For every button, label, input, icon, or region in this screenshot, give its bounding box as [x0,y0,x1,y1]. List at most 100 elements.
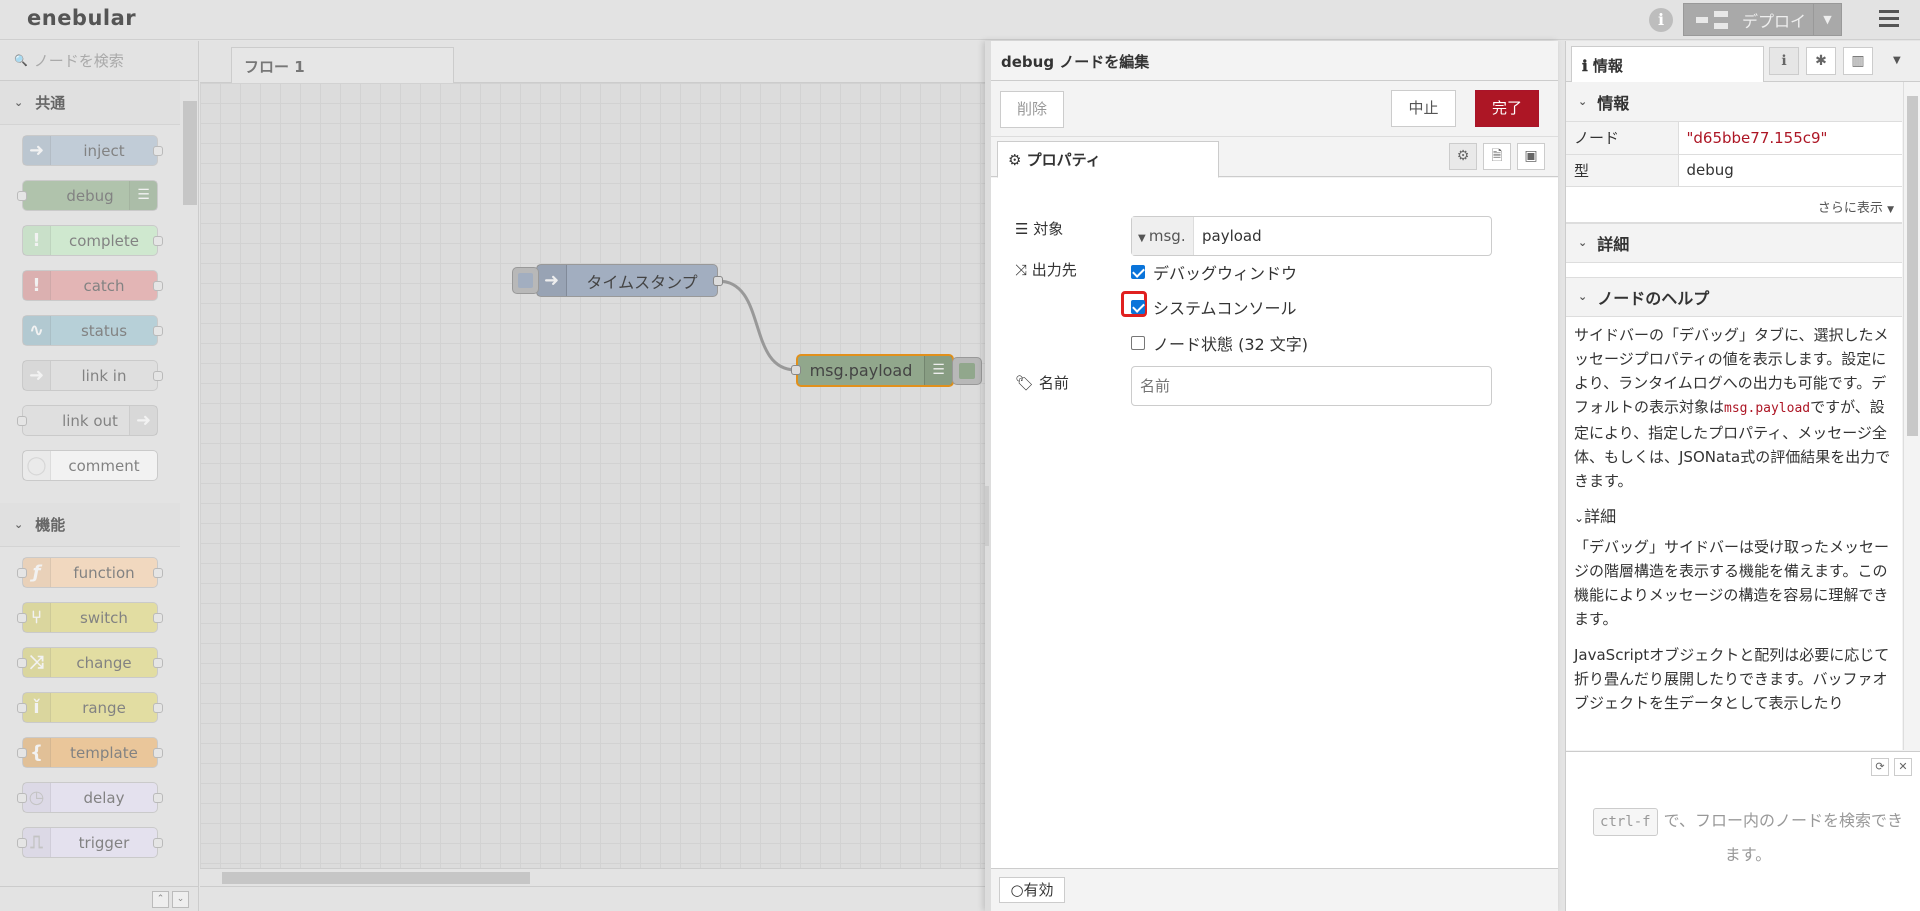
debug-toggle-button[interactable] [952,357,982,385]
node-id-value[interactable]: "d65bbe77.155c9" [1678,122,1902,155]
expand-all-icon[interactable]: ⌄ [172,891,189,908]
palette-node-function[interactable]: ƒ function [17,557,163,588]
palette-node-switch[interactable]: ⑂ switch [17,602,163,633]
section-label: ノードのヘルプ [1597,288,1710,308]
system-console-checkbox[interactable] [1131,300,1145,314]
palette-node-range[interactable]: ǐ range [17,692,163,723]
tab-properties[interactable]: ⚙ プロパティ [997,141,1219,178]
link-icon: ➜ [23,361,51,390]
tray-body: ☰ 対象 ▼ msg. payload ⤨ 出力先 デバッグウィンドウ システム… [991,178,1558,868]
deploy-dropdown-icon[interactable]: ▼ [1813,4,1841,35]
dashboard-tab-icon[interactable]: ▥ [1843,47,1873,75]
category-label: 機能 [35,516,66,534]
show-more-link[interactable]: さらに表示 ▼ [1566,186,1902,223]
subheading-label: 詳細 [1584,506,1617,526]
palette-category-common[interactable]: ⌄ 共通 [0,81,180,125]
deploy-button[interactable]: デプロイ ▼ [1683,3,1842,36]
tab-info[interactable]: ℹ 情報 [1571,46,1764,83]
option-node-status[interactable]: ノード状態 (32 文字) [1131,331,1308,355]
palette-search-input[interactable]: 🔍 ノードを検索 [0,41,198,81]
comment-icon: ◯ [23,451,51,480]
chevron-down-icon: ⌄ [1578,95,1588,108]
type-selector[interactable]: ▼ msg. [1132,217,1194,255]
tray-resize-handle[interactable] [985,486,989,546]
node-label: switch [80,608,128,627]
function-icon: ƒ [23,558,51,587]
appearance-tab-icon[interactable]: ▣ [1517,143,1545,170]
done-button[interactable]: 完了 [1475,90,1539,127]
inject-button[interactable] [512,267,539,294]
key-cell: 型 [1566,154,1679,187]
sidebar-scrollbar[interactable] [1903,82,1920,750]
details-section-header[interactable]: ⌄ 詳細 [1566,222,1902,263]
palette-node-trigger[interactable]: ⎍ trigger [17,827,163,858]
target-label-text: 対象 [1033,220,1064,238]
node-label: range [82,698,126,717]
settings-tab-icon[interactable]: ⚙ [1449,143,1477,170]
chevron-down-icon: ⌄ [1574,510,1585,525]
name-label-text: 名前 [1038,374,1069,392]
option-debug-window[interactable]: デバッグウィンドウ [1131,260,1297,284]
switch-icon: ⑂ [23,603,51,632]
target-typed-input[interactable]: ▼ msg. payload [1131,216,1492,256]
flow-node-debug[interactable]: msg.payload ☰ [796,354,954,387]
option-system-console[interactable]: システムコンソール [1131,295,1297,319]
chevron-down-icon: ⌄ [1578,290,1588,303]
palette-node-link-in[interactable]: ➜ link in [22,360,163,391]
input-port [17,838,27,848]
shortcut-key: ctrl-f [1593,808,1658,836]
palette-category-function[interactable]: ⌄ 機能 [0,503,180,547]
output-port [153,326,163,336]
flow-workspace: フロー 1 ➜ タイムスタンプ msg.payload ☰ [200,41,987,911]
palette-node-template[interactable]: { template [17,737,163,768]
info-section-header[interactable]: ⌄ 情報 [1566,82,1902,122]
node-label: function [73,563,135,582]
palette-node-change[interactable]: ⤨ change [17,647,163,678]
node-label: change [76,653,132,672]
delete-button[interactable]: 削除 [1000,91,1064,128]
flow-canvas[interactable]: ➜ タイムスタンプ msg.payload ☰ [200,83,987,903]
workspace-tabs: フロー 1 [200,41,987,83]
exclamation-icon: ! [23,226,51,255]
help-section-header[interactable]: ⌄ ノードのヘルプ [1566,276,1902,317]
tray-title: debug ノードを編集 [991,41,1558,81]
name-input[interactable] [1131,366,1492,406]
palette-node-catch[interactable]: ! catch [22,270,163,301]
debug-tab-icon[interactable]: ✱ [1806,47,1836,75]
collapse-all-icon[interactable]: ⌃ [152,891,169,908]
palette-footer: ⌃ ⌄ [0,886,198,911]
tab-flow-1[interactable]: フロー 1 [231,47,454,83]
input-port[interactable] [791,365,801,375]
horizontal-scrollbar[interactable] [200,868,987,886]
wire[interactable] [717,279,797,372]
palette-node-debug[interactable]: debug ☰ [17,180,158,211]
info-icon: ℹ [1582,57,1593,75]
palette-node-status[interactable]: ∿ status [22,315,163,346]
node-status-checkbox[interactable] [1131,336,1145,350]
menu-icon[interactable] [1879,10,1899,28]
flow-node-timestamp[interactable]: ➜ タイムスタンプ [512,264,718,297]
palette-node-inject[interactable]: ➜ inject [22,135,163,166]
debug-window-checkbox[interactable] [1131,265,1145,279]
app-logo: enebular [27,6,137,30]
enabled-toggle-button[interactable]: ○有効 [999,877,1065,903]
palette-node-comment[interactable]: ◯ comment [22,450,158,481]
node-type-value: debug [1678,154,1902,187]
scrollbar-thumb[interactable] [183,101,197,205]
info-tab-icon[interactable]: ℹ [1769,47,1799,75]
palette-node-delay[interactable]: ◷ delay [17,782,163,813]
info-icon[interactable]: i [1649,8,1673,32]
description-tab-icon[interactable]: 🗎 [1483,143,1511,170]
palette-node-complete[interactable]: ! complete [22,225,163,256]
cancel-button[interactable]: 中止 [1391,90,1456,127]
palette-scrollbar[interactable] [180,85,198,911]
output-port[interactable] [713,276,723,286]
refresh-icon[interactable]: ⟳ [1871,758,1889,776]
caret-down-icon[interactable]: ▼ [1893,55,1901,66]
timer-icon: ◷ [23,783,51,812]
scrollbar-thumb[interactable] [222,872,530,884]
scrollbar-thumb[interactable] [1907,96,1918,436]
output-port [153,793,163,803]
close-icon[interactable]: ✕ [1894,758,1912,776]
palette-node-link-out[interactable]: link out ➜ [17,405,158,436]
